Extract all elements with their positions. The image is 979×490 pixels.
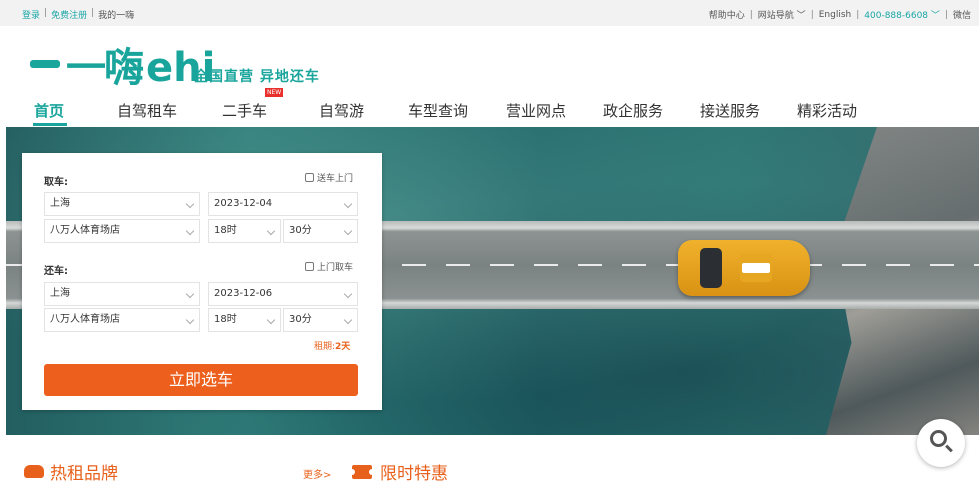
pickup-store-value: 八万人体育场店 xyxy=(50,225,120,236)
collect-checkbox[interactable]: 上门取车 xyxy=(305,260,353,273)
return-store-select[interactable]: 八万人体育场店 xyxy=(44,308,200,332)
return-city-select[interactable]: 上海 xyxy=(44,282,200,306)
pickup-city-select[interactable]: 上海 xyxy=(44,192,200,216)
divider: | xyxy=(944,9,948,20)
pickup-minute-select[interactable]: 30分 xyxy=(283,219,358,243)
main-nav: 首页 自驾租车 二手车 NEW 自驾游 车型查询 营业网点 政企服务 接送服务 … xyxy=(0,88,979,126)
site-nav-dropdown[interactable]: 网站导航 ﹀ xyxy=(758,8,806,21)
return-date-input[interactable]: 2023-12-06 xyxy=(208,282,358,306)
chevron-down-icon xyxy=(343,226,353,236)
pickup-store-select[interactable]: 八万人体育场店 xyxy=(44,219,200,243)
nav-item-road-trip[interactable]: 自驾游 xyxy=(319,100,364,121)
english-link[interactable]: English xyxy=(819,10,852,20)
chevron-down-icon xyxy=(343,289,353,299)
return-hour-select[interactable]: 18时 xyxy=(208,308,281,332)
slogan: 全国直营 异地还车 xyxy=(194,69,320,85)
banner-car xyxy=(678,240,810,296)
rent-period-value: 2天 xyxy=(335,342,351,352)
ticket-icon xyxy=(349,464,375,479)
register-link[interactable]: 免费注册 xyxy=(51,8,87,21)
pickup-hour-select[interactable]: 18时 xyxy=(208,219,281,243)
return-minute-select[interactable]: 30分 xyxy=(283,308,358,332)
chevron-down-icon xyxy=(343,199,353,209)
pickup-date-input[interactable]: 2023-12-04 xyxy=(208,192,358,216)
pickup-minute-value: 30分 xyxy=(289,225,312,236)
chevron-down-icon xyxy=(343,315,353,325)
chevron-down-icon xyxy=(185,315,195,325)
nav-item-used-cars[interactable]: 二手车 xyxy=(222,100,267,121)
nav-item-events[interactable]: 精彩活动 xyxy=(797,100,857,121)
chevron-down-icon xyxy=(266,226,276,236)
chevron-down-icon xyxy=(185,289,195,299)
top-bar-left: 登录 | 免费注册 | 我的一嗨 xyxy=(22,8,134,21)
nav-item-branches[interactable]: 营业网点 xyxy=(506,100,566,121)
return-minute-value: 30分 xyxy=(289,314,312,325)
logo-text: 一嗨 xyxy=(66,45,144,91)
return-store-value: 八万人体育场店 xyxy=(50,314,120,325)
car-icon xyxy=(24,465,44,478)
search-fab-button[interactable] xyxy=(917,419,965,467)
site-nav-label: 网站导航 xyxy=(757,11,794,21)
rental-search-card: 取车: 送车上门 上海 2023-12-04 八万人体育场店 18时 30分 还… xyxy=(22,153,382,410)
my-account-link[interactable]: 我的一嗨 xyxy=(98,8,134,21)
chevron-down-icon xyxy=(185,199,195,209)
select-car-button[interactable]: 立即选车 xyxy=(44,364,358,396)
divider: | xyxy=(749,9,753,20)
pickup-hour-value: 18时 xyxy=(214,225,237,236)
delivery-checkbox[interactable]: 送车上门 xyxy=(305,171,353,184)
phone-dropdown[interactable]: 400-888-6608 ﹀ xyxy=(864,8,940,21)
promotions-title: 限时特惠 xyxy=(380,464,448,484)
nav-item-car-models[interactable]: 车型查询 xyxy=(408,100,468,121)
top-bar-right: 帮助中心 | 网站导航 ﹀ | English | 400-888-6608 ﹀… xyxy=(709,8,971,22)
hot-brands-heading: 热租品牌 xyxy=(24,459,118,484)
nav-item-transfer[interactable]: 接送服务 xyxy=(700,100,760,121)
nav-item-self-drive-rental[interactable]: 自驾租车 xyxy=(117,100,177,121)
hot-brands-title: 热租品牌 xyxy=(50,464,118,484)
nav-item-enterprise[interactable]: 政企服务 xyxy=(603,100,663,121)
return-label: 还车: xyxy=(44,266,68,277)
divider: | xyxy=(91,8,95,18)
pickup-city-value: 上海 xyxy=(50,198,70,209)
delivery-option-label: 送车上门 xyxy=(317,174,354,184)
wechat-link[interactable]: 微信 xyxy=(953,8,971,21)
rent-period-label: 租期: xyxy=(314,342,336,352)
nav-item-home[interactable]: 首页 xyxy=(34,100,64,121)
pickup-label: 取车: xyxy=(44,177,68,188)
new-badge: NEW xyxy=(265,88,284,97)
return-hour-value: 18时 xyxy=(214,314,237,325)
more-link[interactable]: 更多> xyxy=(303,466,331,481)
chevron-down-icon xyxy=(266,315,276,325)
logo-dash xyxy=(30,60,60,68)
help-center-link[interactable]: 帮助中心 xyxy=(709,8,745,21)
search-icon xyxy=(930,430,947,447)
divider: | xyxy=(810,9,814,20)
chevron-down-icon: ﹀ xyxy=(930,11,940,21)
bottom-sections: 热租品牌 更多> 限时特惠 xyxy=(0,435,979,490)
return-city-value: 上海 xyxy=(50,288,70,299)
divider: | xyxy=(856,9,860,20)
phone-number: 400-888-6608 xyxy=(864,11,929,21)
divider: | xyxy=(44,8,48,18)
promotions-heading: 限时特惠 xyxy=(349,459,448,484)
login-link[interactable]: 登录 xyxy=(22,8,40,21)
pickup-date-value: 2023-12-04 xyxy=(214,198,273,209)
car-window xyxy=(700,248,722,288)
checkbox-box xyxy=(305,173,314,182)
search-icon-handle xyxy=(945,444,953,453)
return-date-value: 2023-12-06 xyxy=(214,288,273,299)
car-roof-sign xyxy=(742,263,770,273)
checkbox-box xyxy=(305,262,314,271)
top-bar: 登录 | 免费注册 | 我的一嗨 帮助中心 | 网站导航 ﹀ | English… xyxy=(0,0,979,26)
chevron-down-icon: ﹀ xyxy=(796,11,806,21)
chevron-down-icon xyxy=(185,226,195,236)
collect-option-label: 上门取车 xyxy=(317,263,354,273)
rent-period: 租期:2天 xyxy=(314,339,350,352)
logo[interactable]: 一嗨 ehi xyxy=(30,38,215,88)
nav-active-indicator xyxy=(33,123,67,126)
